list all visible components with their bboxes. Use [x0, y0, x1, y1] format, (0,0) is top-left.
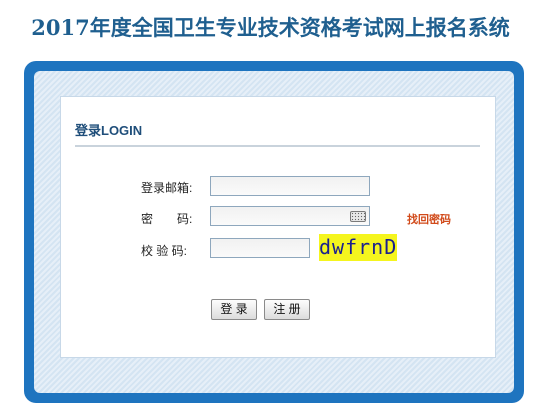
login-panel: 登录LOGIN 登录邮箱: 密 码: 找回密码 校 验 码: dwfrnD 登 …: [60, 96, 496, 358]
password-field[interactable]: [210, 206, 370, 226]
page-title: 2017年度全国卫生专业技术资格考试网上报名系统: [31, 15, 510, 40]
keyboard-icon[interactable]: [350, 211, 366, 222]
login-frame: 登录LOGIN 登录邮箱: 密 码: 找回密码 校 验 码: dwfrnD 登 …: [24, 61, 524, 403]
register-button[interactable]: 注 册: [264, 299, 310, 320]
heading-divider: [75, 145, 480, 147]
login-button[interactable]: 登 录: [211, 299, 257, 320]
email-field[interactable]: [210, 176, 370, 196]
captcha-image[interactable]: dwfrnD: [319, 234, 397, 261]
password-label: 密 码:: [141, 212, 193, 226]
captcha-label: 校 验 码:: [141, 244, 188, 258]
login-heading: 登录LOGIN: [75, 123, 143, 138]
frame-pattern: 登录LOGIN 登录邮箱: 密 码: 找回密码 校 验 码: dwfrnD 登 …: [34, 71, 514, 393]
forgot-password-link[interactable]: 找回密码: [407, 211, 451, 227]
captcha-field[interactable]: [210, 238, 310, 258]
email-label: 登录邮箱:: [141, 181, 193, 195]
